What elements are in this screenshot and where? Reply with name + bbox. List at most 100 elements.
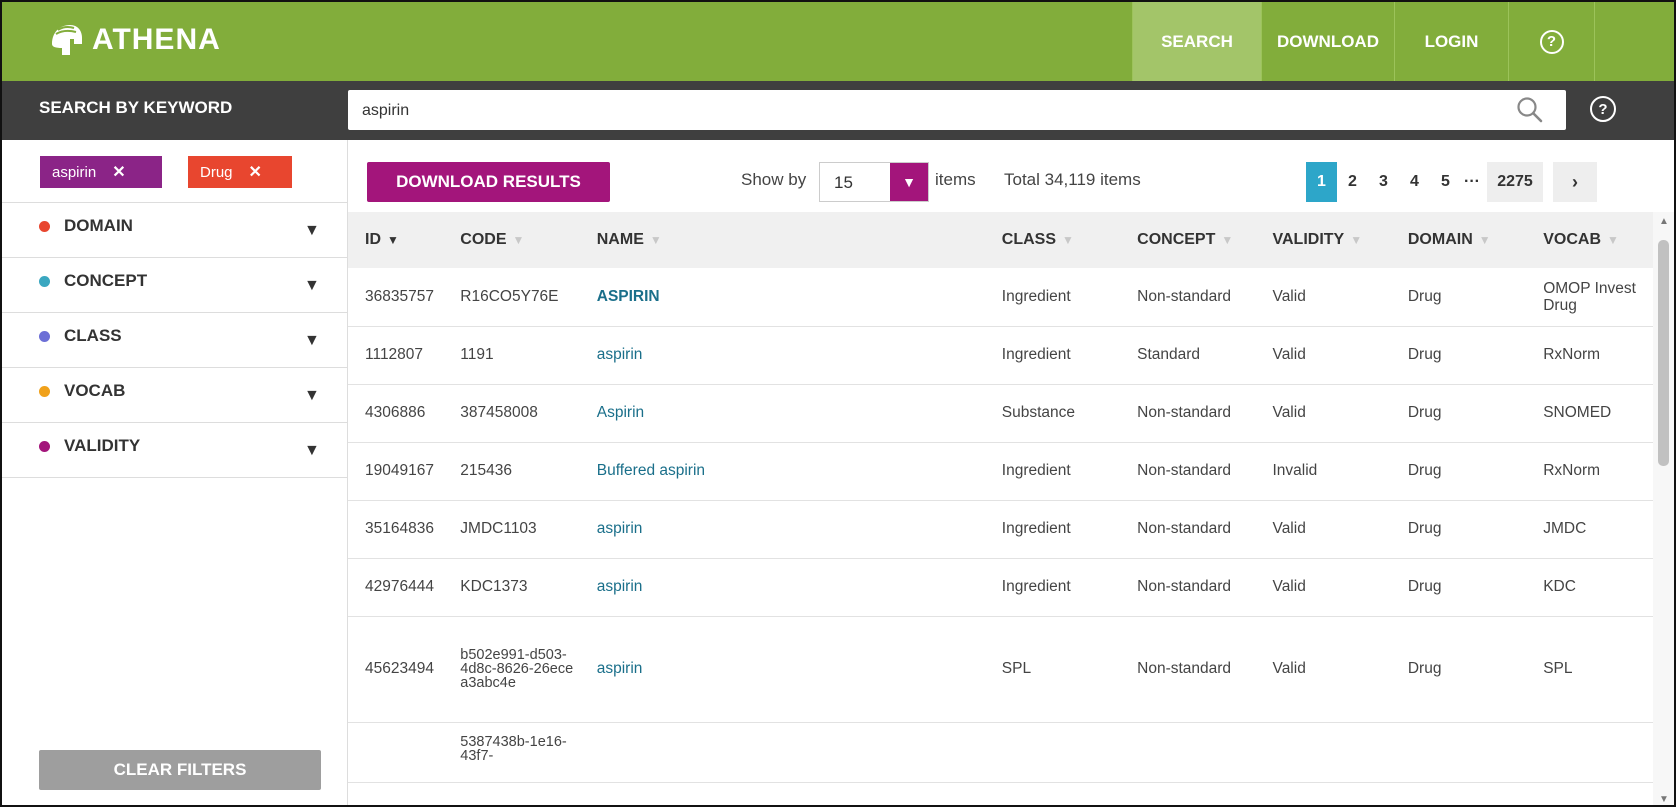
- page-3-button[interactable]: 3: [1368, 162, 1399, 202]
- cell-domain: Drug: [1407, 462, 1442, 479]
- column-header-class[interactable]: CLASS ▼: [985, 212, 1120, 268]
- logo-text: ATHENA: [92, 23, 221, 56]
- cell-domain: Drug: [1407, 287, 1442, 305]
- page-1-button[interactable]: 1: [1306, 162, 1337, 202]
- table-row[interactable]: 1112807 1191 aspirin Ingredient Standard…: [348, 326, 1653, 384]
- cell-concept: Non-standard: [1137, 578, 1232, 595]
- table-row[interactable]: 35164836 JMDC1103 aspirin Ingredient Non…: [348, 500, 1653, 558]
- close-icon[interactable]: ✕: [112, 162, 125, 182]
- facet-label: DOMAIN: [64, 216, 133, 235]
- caret-down-icon: ▼: [304, 387, 320, 404]
- facet-label: CLASS: [64, 326, 122, 345]
- caret-down-icon: ▼: [304, 222, 320, 239]
- cell-concept: Non-standard: [1137, 404, 1232, 421]
- column-header-id[interactable]: ID ▼: [348, 212, 443, 268]
- page-5-button[interactable]: 5: [1430, 162, 1461, 202]
- clear-filters-button[interactable]: CLEAR FILTERS: [39, 750, 321, 790]
- cell-validity: Valid: [1272, 404, 1306, 421]
- pagination-ellipsis: ···: [1464, 173, 1480, 190]
- cell-code: JMDC1103: [460, 520, 537, 537]
- helmet-icon: [52, 25, 82, 55]
- cell-name-link[interactable]: aspirin: [580, 326, 985, 384]
- cell-name-link[interactable]: ASPIRIN: [580, 268, 985, 326]
- cell-name-link[interactable]: Aspirin: [580, 384, 985, 442]
- cell-vocab: RxNorm: [1543, 346, 1601, 363]
- scrollbar-thumb[interactable]: [1658, 240, 1669, 466]
- chevron-down-icon[interactable]: ▼: [890, 163, 928, 201]
- column-header-vocab[interactable]: VOCAB ▼: [1526, 212, 1653, 268]
- athena-logo[interactable]: ATHENA: [48, 22, 221, 58]
- chip-label: aspirin: [52, 163, 97, 181]
- column-header-validity[interactable]: VALIDITY ▼: [1256, 212, 1391, 268]
- cell-vocab: KDC: [1543, 578, 1576, 595]
- cell-domain: Drug: [1407, 520, 1442, 537]
- scroll-up-icon[interactable]: ▲: [1659, 216, 1669, 227]
- next-page-button[interactable]: ›: [1553, 162, 1597, 202]
- cell-id: 4306886: [365, 404, 426, 421]
- cell-vocab: JMDC: [1543, 520, 1587, 537]
- table-row[interactable]: 5387438b-1e16-43f7-: [348, 722, 1653, 782]
- column-header-domain[interactable]: DOMAIN ▼: [1391, 212, 1526, 268]
- facet-concept[interactable]: CONCEPT ▼: [2, 258, 347, 313]
- page-4-button[interactable]: 4: [1399, 162, 1430, 202]
- facet-label: VOCAB: [64, 381, 126, 400]
- sort-down-icon: ▼: [387, 233, 399, 247]
- cell-concept: Non-standard: [1137, 287, 1232, 305]
- cell-domain: Drug: [1407, 578, 1442, 595]
- page-last-button[interactable]: 2275: [1487, 162, 1543, 202]
- cell-code: 1191: [460, 346, 494, 363]
- page-2-button[interactable]: 2: [1337, 162, 1368, 202]
- column-header-code[interactable]: CODE ▼: [443, 212, 579, 268]
- table-row[interactable]: 42976444 KDC1373 aspirin Ingredient Non-…: [348, 558, 1653, 616]
- close-icon[interactable]: ✕: [249, 162, 262, 182]
- facet-domain[interactable]: DOMAIN ▼: [2, 203, 347, 258]
- nav-help[interactable]: ?: [1508, 2, 1594, 81]
- facet-validity[interactable]: VALIDITY ▼: [2, 423, 347, 478]
- results-scrollbar[interactable]: ▲ ▼: [1653, 212, 1674, 805]
- results-table: ID ▼ CODE ▼ NAME ▼ CLASS ▼ CONCEPT ▼ VALIDITY…: [348, 212, 1653, 805]
- total-items-label: Total 34,119 items: [1004, 170, 1141, 189]
- column-header-concept[interactable]: CONCEPT ▼: [1120, 212, 1255, 268]
- column-header-name[interactable]: NAME ▼: [580, 212, 985, 268]
- table-row[interactable]: 19049167 215436 Buffered aspirin Ingredi…: [348, 442, 1653, 500]
- dot-icon: [39, 441, 50, 452]
- sort-down-icon: ▼: [1478, 233, 1491, 247]
- facet-class[interactable]: CLASS ▼: [2, 313, 347, 368]
- cell-code: KDC1373: [460, 578, 528, 595]
- cell-name-link[interactable]: aspirin: [580, 616, 985, 722]
- cell-validity: [1256, 722, 1391, 782]
- cell-concept: Non-standard: [1137, 660, 1232, 677]
- sort-down-icon: ▼: [1062, 233, 1074, 247]
- nav-download[interactable]: DOWNLOAD: [1261, 2, 1394, 81]
- cell-id: 36835757: [365, 287, 434, 305]
- cell-name-link[interactable]: aspirin: [580, 500, 985, 558]
- sort-down-icon: ▼: [1221, 233, 1234, 247]
- search-help-icon[interactable]: ?: [1590, 96, 1616, 122]
- cell-class: [985, 722, 1120, 782]
- nav-spacer: [1594, 2, 1674, 81]
- search-icon[interactable]: [1516, 96, 1544, 124]
- cell-id: 19049167: [365, 462, 434, 479]
- cell-class: Substance: [1001, 404, 1076, 421]
- cell-concept: Non-standard: [1137, 462, 1232, 479]
- top-navbar: ATHENA SEARCH DOWNLOAD LOGIN ?: [2, 2, 1674, 81]
- facet-vocab[interactable]: VOCAB ▼: [2, 368, 347, 423]
- search-input[interactable]: [362, 100, 1462, 122]
- filter-chip-drug[interactable]: Drug ✕: [188, 156, 292, 188]
- cell-vocab: RxNorm: [1543, 462, 1601, 479]
- nav-search[interactable]: SEARCH: [1132, 2, 1261, 81]
- cell-name-link[interactable]: aspirin: [580, 558, 985, 616]
- scroll-down-icon[interactable]: ▼: [1659, 794, 1669, 805]
- nav-login[interactable]: LOGIN: [1394, 2, 1508, 81]
- table-row[interactable]: 4306886 387458008 Aspirin Substance Non-…: [348, 384, 1653, 442]
- download-results-button[interactable]: DOWNLOAD RESULTS: [367, 162, 610, 202]
- page-size-select[interactable]: 15 ▼: [819, 162, 929, 202]
- pagination: 1 2 3 4 5 ··· 2275 ›: [1306, 162, 1597, 202]
- sort-down-icon: ▼: [649, 233, 662, 247]
- cell-id: 45623494: [365, 660, 434, 677]
- table-row[interactable]: 36835757 R16CO5Y76E ASPIRIN Ingredient N…: [348, 268, 1653, 326]
- table-row[interactable]: 45623494 b502e991-d503-4d8c-8626-26ecea3…: [348, 616, 1653, 722]
- cell-name-link[interactable]: [580, 722, 985, 782]
- cell-name-link[interactable]: Buffered aspirin: [580, 442, 985, 500]
- filter-chip-aspirin[interactable]: aspirin ✕: [40, 156, 162, 188]
